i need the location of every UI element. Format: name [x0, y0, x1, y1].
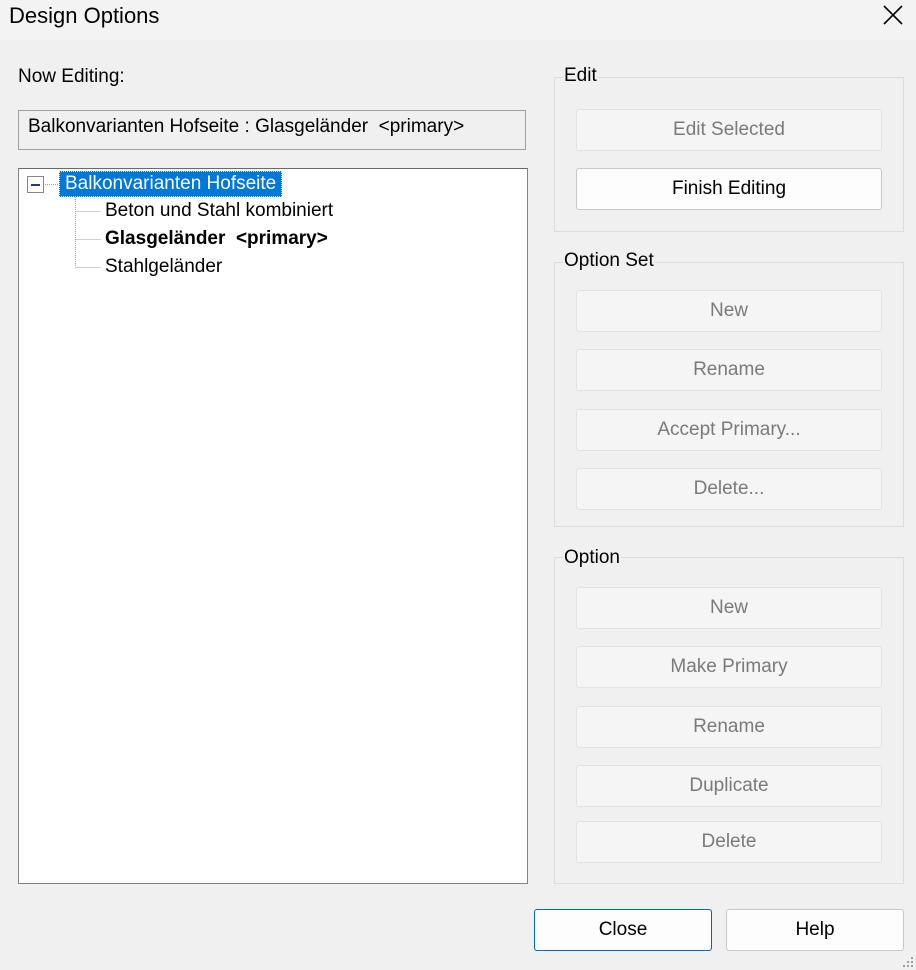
- collapse-icon[interactable]: [27, 176, 44, 193]
- option-new-button[interactable]: New: [576, 587, 882, 629]
- tree-item-option-primary[interactable]: Glasgeländer <primary>: [105, 226, 328, 252]
- title-bar: Design Options: [0, 0, 916, 40]
- tree-item-option[interactable]: Stahlgeländer: [105, 254, 222, 280]
- design-options-tree[interactable]: Balkonvarianten Hofseite Beton und Stahl…: [18, 168, 528, 884]
- edit-group-title: Edit: [563, 65, 598, 87]
- option-set-group-title: Option Set: [563, 250, 655, 272]
- option-set-new-button[interactable]: New: [576, 290, 882, 332]
- now-editing-value: Balkonvarianten Hofseite : Glasgeländer …: [18, 110, 526, 150]
- close-button[interactable]: Close: [534, 909, 712, 951]
- option-set-rename-button[interactable]: Rename: [576, 349, 882, 391]
- duplicate-button[interactable]: Duplicate: [576, 765, 882, 807]
- option-set-delete-button[interactable]: Delete...: [576, 468, 882, 510]
- option-rename-button[interactable]: Rename: [576, 706, 882, 748]
- accept-primary-button[interactable]: Accept Primary...: [576, 409, 882, 451]
- make-primary-button[interactable]: Make Primary: [576, 646, 882, 688]
- option-delete-button[interactable]: Delete: [576, 821, 882, 863]
- close-icon[interactable]: [879, 2, 907, 30]
- window-title: Design Options: [9, 3, 160, 28]
- tree-root-option-set[interactable]: Balkonvarianten Hofseite: [59, 171, 283, 197]
- resize-grip-icon[interactable]: [902, 956, 914, 968]
- now-editing-label: Now Editing:: [18, 66, 125, 87]
- help-button[interactable]: Help: [726, 909, 904, 951]
- finish-editing-button[interactable]: Finish Editing: [576, 168, 882, 210]
- edit-selected-button[interactable]: Edit Selected: [576, 109, 882, 151]
- option-group-title: Option: [563, 547, 621, 569]
- tree-item-option[interactable]: Beton und Stahl kombiniert: [105, 198, 333, 224]
